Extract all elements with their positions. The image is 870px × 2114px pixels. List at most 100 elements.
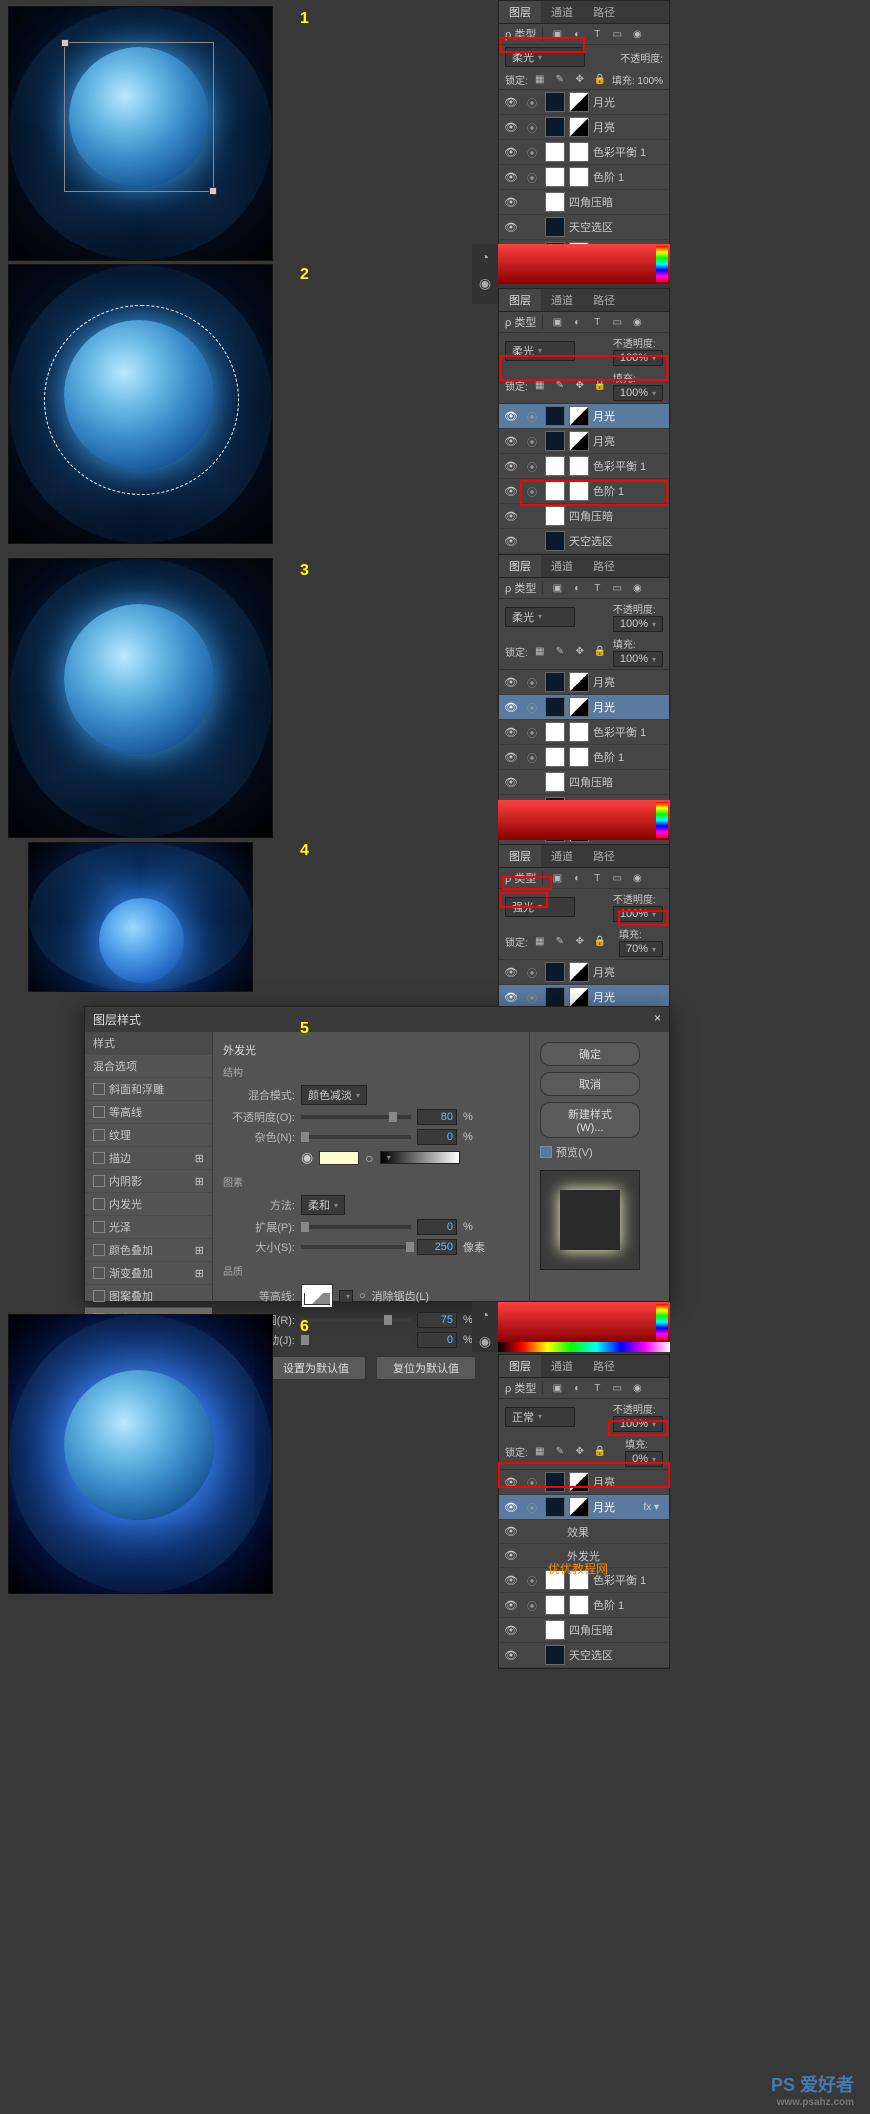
layer-row[interactable]: 👁⦿色阶 1 [499,1593,669,1618]
lock-move-icon[interactable]: ✥ [572,71,588,87]
hue-strip[interactable] [656,802,668,838]
visibility-icon[interactable]: 👁 [503,966,519,979]
style-checkbox[interactable] [93,1267,105,1279]
layer-row[interactable]: 👁⦿月光 [499,404,669,429]
style-item[interactable]: 渐变叠加⊞ [85,1262,212,1285]
lock-move-icon[interactable]: ✥ [572,934,588,950]
layer-thumb[interactable] [569,117,589,137]
lock-move-icon[interactable]: ✥ [572,1444,588,1460]
layer-row[interactable]: 👁⦿月亮 [499,1470,669,1495]
hue-strip[interactable] [656,246,668,282]
layer-thumb[interactable] [569,1595,589,1615]
visibility-icon[interactable]: 👁 [503,196,519,209]
visibility-icon[interactable]: 👁 [503,510,519,523]
lock-pixels-icon[interactable]: ▦ [532,934,548,950]
style-item[interactable]: 颜色叠加⊞ [85,1239,212,1262]
layer-thumb[interactable] [545,506,565,526]
visibility-icon[interactable]: 👁 [503,1476,519,1489]
opacity-value[interactable]: 100% [613,1416,663,1432]
size-input[interactable] [417,1239,457,1255]
lock-all-icon[interactable]: 🔒 [592,378,608,394]
gradient-radio[interactable]: ○ [365,1150,373,1166]
noise-slider[interactable] [301,1135,411,1139]
visibility-icon[interactable]: 👁 [503,676,519,689]
preview-checkbox[interactable] [540,1146,552,1158]
tab-channels[interactable]: 通道 [541,555,583,577]
layer-row[interactable]: 👁⦿色阶 1 [499,165,669,190]
lock-brush-icon[interactable]: ✎ [552,934,568,950]
fill-value[interactable]: 100% [613,385,663,401]
btn-cancel[interactable]: 取消 [540,1072,640,1096]
layer-row[interactable]: 👁天空选区 [499,529,669,554]
style-checkbox[interactable] [93,1221,105,1233]
lock-brush-icon[interactable]: ✎ [552,378,568,394]
layer-thumb[interactable] [545,987,565,1007]
link-icon[interactable]: ⦿ [523,1475,541,1490]
lock-pixels-icon[interactable]: ▦ [532,378,548,394]
tab-layers[interactable]: 图层 [499,1,541,23]
opacity-value[interactable]: 100% [613,350,663,366]
style-checkbox[interactable] [93,1129,105,1141]
fill-value[interactable]: 0% [625,1451,663,1467]
link-icon[interactable]: ⦿ [523,409,541,424]
filter-image-icon[interactable]: ▣ [549,26,565,42]
filter-text-icon[interactable]: T [589,870,605,886]
layer-thumb[interactable] [569,722,589,742]
lock-pixels-icon[interactable]: ▦ [532,644,548,660]
layer-thumb[interactable] [545,772,565,792]
layer-thumb[interactable] [569,1497,589,1517]
filter-smart-icon[interactable]: ◉ [629,1380,645,1396]
swatch-icon[interactable]: ◉ [472,270,498,296]
tab-layers[interactable]: 图层 [499,289,541,311]
visibility-icon[interactable]: 👁 [503,751,519,764]
visibility-icon[interactable]: 👁 [503,146,519,159]
spread-slider[interactable] [301,1225,411,1229]
tab-paths[interactable]: 路径 [583,555,625,577]
layer-thumb[interactable] [545,142,565,162]
visibility-icon[interactable]: 👁 [503,460,519,473]
technique-value[interactable]: 柔和 [301,1195,345,1215]
link-icon[interactable]: ⦿ [523,1500,541,1515]
style-checkbox[interactable] [93,1290,105,1302]
layer-row[interactable]: 👁⦿月亮 [499,670,669,695]
visibility-icon[interactable]: 👁 [503,1501,519,1514]
layer-row[interactable]: 👁⦿色彩平衡 1 [499,140,669,165]
layer-thumb[interactable] [545,672,565,692]
style-item[interactable]: 斜面和浮雕 [85,1078,212,1101]
lock-all-icon[interactable]: 🔒 [592,71,608,87]
cloud-icon[interactable]: ◔ [472,1302,498,1328]
jitter-input[interactable] [417,1332,457,1348]
filter-smart-icon[interactable]: ◉ [629,314,645,330]
style-checkbox[interactable] [93,1106,105,1118]
style-checkbox[interactable] [93,1083,105,1095]
lock-brush-icon[interactable]: ✎ [552,71,568,87]
color-picker[interactable] [498,1302,670,1342]
visibility-icon[interactable]: 👁 [503,776,519,789]
btn-new-style[interactable]: 新建样式(W)... [540,1102,640,1138]
filter-image-icon[interactable]: ▣ [549,580,565,596]
opacity-value[interactable]: 100% [613,616,663,632]
lock-all-icon[interactable]: 🔒 [592,1444,608,1460]
layer-row[interactable]: 👁四角压暗 [499,190,669,215]
filter-adj-icon[interactable]: ◐ [569,26,585,42]
tab-paths[interactable]: 路径 [583,289,625,311]
link-icon[interactable]: ⦿ [523,170,541,185]
layer-thumb[interactable] [545,722,565,742]
visibility-icon[interactable]: 👁 [503,535,519,548]
link-icon[interactable]: ⦿ [523,990,541,1005]
layer-row[interactable]: 👁⦿色彩平衡 1 [499,720,669,745]
tab-channels[interactable]: 通道 [541,289,583,311]
filter-shape-icon[interactable]: ▭ [609,26,625,42]
visibility-icon[interactable]: 👁 [503,435,519,448]
visibility-icon[interactable]: 👁 [503,410,519,423]
range-input[interactable] [417,1312,457,1328]
filter-adj-icon[interactable]: ◐ [569,580,585,596]
layer-row[interactable]: 👁效果 [499,1520,669,1544]
transform-box[interactable] [64,42,214,192]
tab-layers[interactable]: 图层 [499,555,541,577]
visibility-icon[interactable]: 👁 [503,1599,519,1612]
layer-row[interactable]: 👁⦿月光 [499,90,669,115]
link-icon[interactable]: ⦿ [523,120,541,135]
layer-thumb[interactable] [545,456,565,476]
size-slider[interactable] [301,1245,411,1249]
